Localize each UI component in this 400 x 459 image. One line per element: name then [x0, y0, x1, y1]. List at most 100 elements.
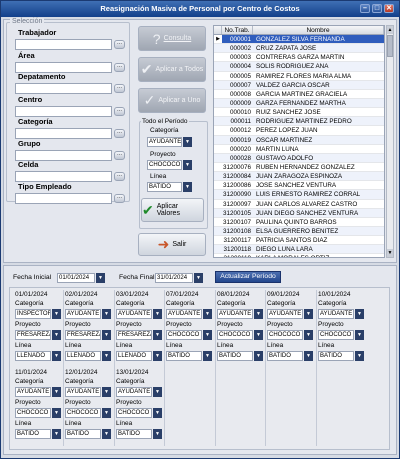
actualizar-periodo-button[interactable]: Actualizar Período — [215, 271, 281, 283]
minimize-button[interactable]: – — [360, 4, 370, 13]
day-linea-select[interactable]: LLENADO ▼ — [15, 351, 61, 361]
table-row[interactable]: 000028 GUSTAVO ADOLFO — [214, 153, 384, 163]
table-row[interactable]: 31200076 RUBEN HERNANDEZ GONZALEZ — [214, 163, 384, 173]
day-linea-select[interactable]: LLENADO ▼ — [65, 351, 111, 361]
fecha-inicial-picker[interactable]: 01/01/2024 ▼ — [57, 273, 105, 283]
table-row[interactable]: 000020 MARTIN LUNA — [214, 145, 384, 154]
browse-button[interactable]: ... — [114, 129, 125, 138]
day-categoria-select[interactable]: AYUDANTE ▼ — [65, 309, 111, 319]
scroll-up-icon[interactable]: ▲ — [387, 26, 393, 34]
chevron-down-icon[interactable]: ▼ — [52, 309, 61, 319]
chevron-down-icon[interactable]: ▼ — [102, 330, 111, 340]
close-button[interactable]: ✕ — [384, 4, 394, 13]
selection-input[interactable] — [15, 171, 112, 182]
day-linea-select[interactable]: BATIDO ▼ — [116, 429, 162, 439]
table-row[interactable]: 31200117 PATRICIA SANTOS DIAZ — [214, 236, 384, 246]
chevron-down-icon[interactable]: ▼ — [153, 309, 162, 319]
day-proyecto-select[interactable]: CHOCOCO ▼ — [65, 408, 111, 418]
chevron-down-icon[interactable]: ▼ — [355, 309, 364, 319]
table-row[interactable]: 31200097 JUAN CARLOS ALVAREZ CASTRO — [214, 200, 384, 209]
table-row[interactable]: 000012 PEREZ LOPEZ JUAN — [214, 126, 384, 136]
fecha-final-picker[interactable]: 31/01/2024 ▼ — [155, 273, 203, 283]
table-row[interactable]: 000019 OSCAR MARTINEZ — [214, 135, 384, 145]
table-row[interactable]: 31200090 LUIS ERNESTO RAMIREZ CORRAL — [214, 190, 384, 200]
table-row[interactable]: ▶ 000001 GONZALEZ SILVA FERNANDA — [214, 35, 384, 45]
day-proyecto-select[interactable]: CHOCOCO ▼ — [267, 330, 313, 340]
chevron-down-icon[interactable]: ▼ — [254, 351, 263, 361]
table-row[interactable]: 000003 CONTRERAS GARZA MARTIN — [214, 53, 384, 63]
chevron-down-icon[interactable]: ▼ — [183, 182, 192, 192]
day-proyecto-select[interactable]: FRESAREZA ▼ — [65, 330, 111, 340]
chevron-down-icon[interactable]: ▼ — [102, 309, 111, 319]
chevron-down-icon[interactable]: ▼ — [153, 387, 162, 397]
table-row[interactable]: 31200118 DIEGO LUNA LARA — [214, 245, 384, 255]
day-linea-select[interactable]: BATIDO ▼ — [318, 351, 364, 361]
chevron-down-icon[interactable]: ▼ — [355, 351, 364, 361]
browse-button[interactable]: ... — [114, 84, 125, 93]
column-header-nombre[interactable]: Nombre — [253, 26, 384, 34]
day-linea-select[interactable]: BATIDO ▼ — [65, 429, 111, 439]
day-proyecto-select[interactable]: FRESAREZA ▼ — [15, 330, 61, 340]
day-proyecto-select[interactable]: CHOCOCO ▼ — [15, 408, 61, 418]
chevron-down-icon[interactable]: ▼ — [355, 330, 364, 340]
selection-input[interactable] — [15, 39, 112, 50]
chevron-down-icon[interactable]: ▼ — [254, 309, 263, 319]
chevron-down-icon[interactable]: ▼ — [153, 330, 162, 340]
selection-input[interactable] — [15, 193, 112, 204]
day-categoria-select[interactable]: AYUDANTE ▼ — [217, 309, 263, 319]
table-row[interactable]: 000008 GARCIA MARTINEZ GRACIELA — [214, 90, 384, 99]
day-categoria-select[interactable]: AYUDANTE ▼ — [116, 387, 162, 397]
period-categoria-select[interactable]: AYUDANTE ▼ — [147, 137, 192, 147]
day-proyecto-select[interactable]: CHOCOCO ▼ — [217, 330, 263, 340]
chevron-down-icon[interactable]: ▼ — [102, 387, 111, 397]
chevron-down-icon[interactable]: ▼ — [203, 351, 212, 361]
chevron-down-icon[interactable]: ▼ — [203, 330, 212, 340]
chevron-down-icon[interactable]: ▼ — [183, 137, 192, 147]
day-linea-select[interactable]: BATIDO ▼ — [166, 351, 212, 361]
browse-button[interactable]: ... — [114, 151, 125, 160]
browse-button[interactable]: ... — [114, 172, 125, 181]
chevron-down-icon[interactable]: ▼ — [254, 330, 263, 340]
period-linea-select[interactable]: BATIDO ▼ — [147, 182, 192, 192]
chevron-down-icon[interactable]: ▼ — [52, 408, 61, 418]
browse-button[interactable]: ... — [114, 194, 125, 203]
table-row[interactable]: 000011 RODRIGUEZ MARTINEZ PEDRO — [214, 117, 384, 127]
aplicar-todos-button[interactable]: ✔ Aplicar a Todos — [138, 57, 206, 82]
chevron-down-icon[interactable]: ▼ — [52, 330, 61, 340]
browse-button[interactable]: ... — [114, 40, 125, 49]
table-row[interactable]: 31200108 ELSA GUERRERO BENITEZ — [214, 226, 384, 237]
day-categoria-select[interactable]: AYUDANTE ▼ — [15, 387, 61, 397]
table-row[interactable]: 000010 RUIZ SANCHEZ JOSE — [214, 108, 384, 118]
day-categoria-select[interactable]: AYUDANTE ▼ — [65, 387, 111, 397]
consulta-button[interactable]: ? Consulta — [138, 26, 206, 51]
table-row[interactable]: 000002 CRUZ ZAPATA JOSE — [214, 44, 384, 54]
chevron-down-icon[interactable]: ▼ — [304, 330, 313, 340]
period-proyecto-select[interactable]: CHOCOCO ▼ — [147, 160, 192, 170]
table-scrollbar[interactable]: ▲ ▼ — [386, 25, 394, 258]
day-categoria-select[interactable]: AYUDANTE ▼ — [267, 309, 313, 319]
table-row[interactable]: 31200107 PAULINA QUINTO BARROS — [214, 218, 384, 227]
scroll-down-icon[interactable]: ▼ — [387, 249, 393, 257]
day-categoria-select[interactable]: AYUDANTE ▼ — [318, 309, 364, 319]
table-row[interactable]: 31200084 JUAN ZARAGOZA ESPINOZA — [214, 172, 384, 182]
column-header-numero[interactable]: No.Trab. — [222, 26, 253, 34]
chevron-down-icon[interactable]: ▼ — [52, 429, 61, 439]
table-row[interactable]: 31200119 KARLA MORALES ORTIZ — [214, 254, 384, 257]
table-row[interactable]: 000007 VALDEZ GARCIA OSCAR — [214, 80, 384, 90]
chevron-down-icon[interactable]: ▼ — [52, 351, 61, 361]
calendar-dropdown-icon[interactable]: ▼ — [194, 273, 203, 283]
selection-input[interactable] — [15, 83, 112, 94]
chevron-down-icon[interactable]: ▼ — [102, 429, 111, 439]
chevron-down-icon[interactable]: ▼ — [153, 429, 162, 439]
day-proyecto-select[interactable]: CHOCOCO ▼ — [116, 408, 162, 418]
table-row[interactable]: 31200105 JUAN DIEGO SANCHEZ VENTURA — [214, 208, 384, 218]
chevron-down-icon[interactable]: ▼ — [102, 351, 111, 361]
browse-button[interactable]: ... — [114, 63, 125, 72]
aplicar-uno-button[interactable]: ✓ Aplicar a Uno — [138, 88, 206, 113]
selection-input[interactable] — [15, 106, 112, 117]
selection-input[interactable] — [15, 128, 112, 139]
chevron-down-icon[interactable]: ▼ — [304, 351, 313, 361]
day-linea-select[interactable]: LLENADO ▼ — [116, 351, 162, 361]
day-categoria-select[interactable]: AYUDANTE ▼ — [116, 309, 162, 319]
table-row[interactable]: 000009 GARZA FERNANDEZ MARTHA — [214, 98, 384, 109]
